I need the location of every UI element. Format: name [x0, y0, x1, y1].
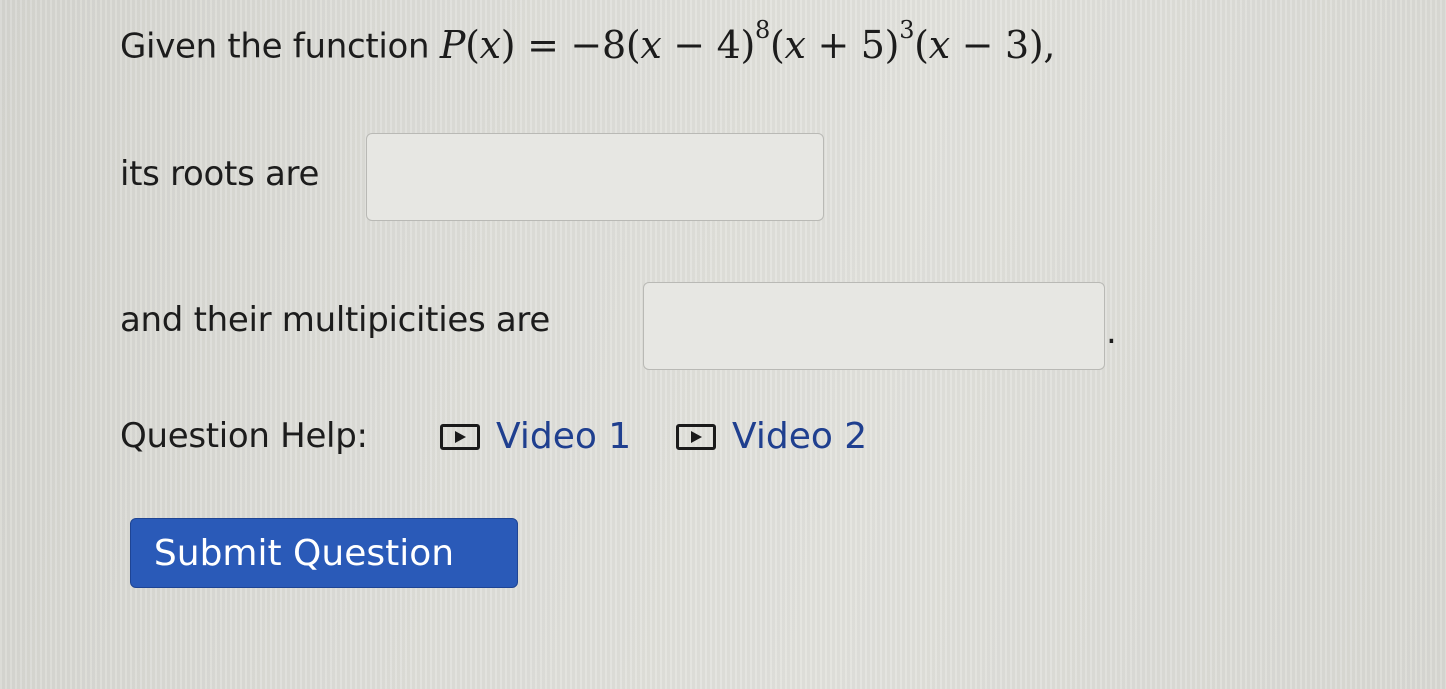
- multiplicities-input[interactable]: [643, 282, 1105, 370]
- multiplicities-period: .: [1106, 312, 1117, 352]
- question-text: Given the function P(x) = −8(x − 4)8(x +…: [120, 16, 1056, 67]
- roots-label: its roots are: [120, 154, 320, 194]
- factor2-exponent: 3: [899, 16, 915, 44]
- function-variable: x: [479, 22, 501, 67]
- submit-question-button[interactable]: Submit Question: [130, 518, 518, 588]
- multiplicities-label: and their multipicities are: [120, 300, 550, 340]
- factor1-exponent: 8: [755, 16, 770, 44]
- play-icon: [676, 423, 716, 450]
- factor2-variable: x: [784, 22, 806, 67]
- factor3-open: (: [914, 22, 929, 67]
- question-intro: Given the function: [120, 26, 430, 67]
- play-icon: [440, 423, 480, 450]
- factor3-term: − 3),: [949, 22, 1056, 67]
- coefficient: −8: [570, 22, 626, 67]
- video-2-label: Video 2: [732, 416, 868, 457]
- submit-button-label: Submit Question: [153, 532, 455, 574]
- factor2-open: (: [770, 22, 785, 67]
- factor1-open: (: [625, 22, 641, 67]
- question-help-label: Question Help:: [120, 416, 368, 456]
- equals-sign: =: [527, 22, 559, 67]
- factor2-term: + 5): [805, 22, 900, 67]
- roots-input[interactable]: [366, 133, 824, 221]
- factor1-term: − 4): [661, 22, 756, 67]
- function-expression: P(x) = −8(x − 4)8(x + 5)3(x − 3),: [439, 16, 1056, 67]
- factor3-variable: x: [928, 22, 950, 67]
- factor1-variable: x: [640, 22, 662, 67]
- video-2-link[interactable]: Video 2: [676, 416, 867, 457]
- function-name: P: [439, 22, 466, 67]
- video-1-link[interactable]: Video 1: [440, 416, 631, 457]
- video-1-label: Video 1: [496, 416, 632, 457]
